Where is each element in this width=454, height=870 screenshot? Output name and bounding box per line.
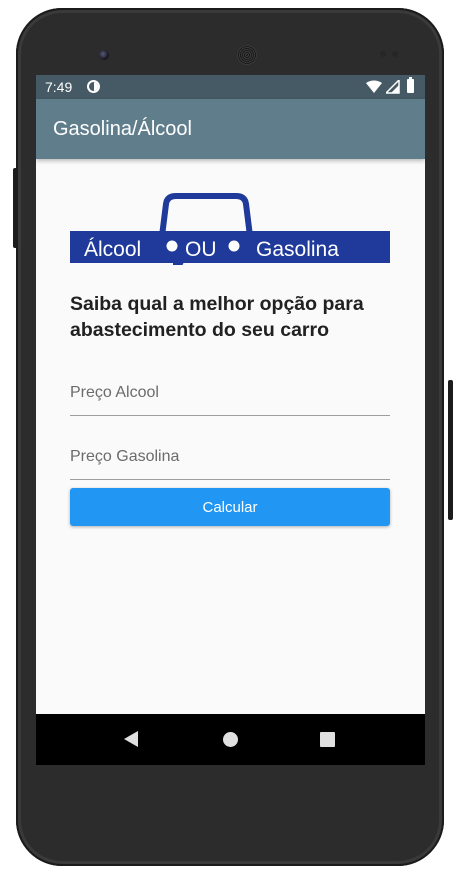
app-bar: Gasolina/Álcool xyxy=(36,99,425,159)
volume-button xyxy=(13,168,18,248)
svg-text:Álcool: Álcool xyxy=(84,238,141,261)
recents-icon[interactable] xyxy=(320,732,335,747)
wifi-icon xyxy=(366,80,382,93)
preco-gasolina-input[interactable] xyxy=(70,435,390,479)
headline: Saiba qual a melhor opção para abastecim… xyxy=(70,293,364,341)
signal-icon xyxy=(386,80,400,94)
preco-alcool-input[interactable] xyxy=(70,371,390,415)
preco-gasolina-field[interactable] xyxy=(70,435,390,480)
preco-alcool-field[interactable] xyxy=(70,371,390,416)
app-notification-icon xyxy=(87,80,100,93)
light-sensor xyxy=(392,51,398,57)
navigation-bar xyxy=(36,714,425,765)
battery-icon xyxy=(407,77,414,93)
alcool-ou-gasolina-logo: Álcool OU Gasolina xyxy=(70,193,390,265)
proximity-sensor xyxy=(380,51,386,57)
status-bar: 7:49 xyxy=(36,75,425,99)
calcular-button[interactable]: Calcular xyxy=(70,488,390,526)
app-title: Gasolina/Álcool xyxy=(53,118,192,140)
back-icon[interactable] xyxy=(124,731,138,747)
svg-text:OU: OU xyxy=(185,238,217,261)
svg-text:Gasolina: Gasolina xyxy=(256,238,339,261)
front-camera xyxy=(99,50,109,60)
status-time: 7:49 xyxy=(45,79,73,95)
screen: 7:49 Gasolina/Álcool Álcool OU Gasolina … xyxy=(36,75,425,765)
power-button xyxy=(448,380,453,520)
home-icon[interactable] xyxy=(223,732,238,747)
earpiece-speaker xyxy=(237,45,257,65)
